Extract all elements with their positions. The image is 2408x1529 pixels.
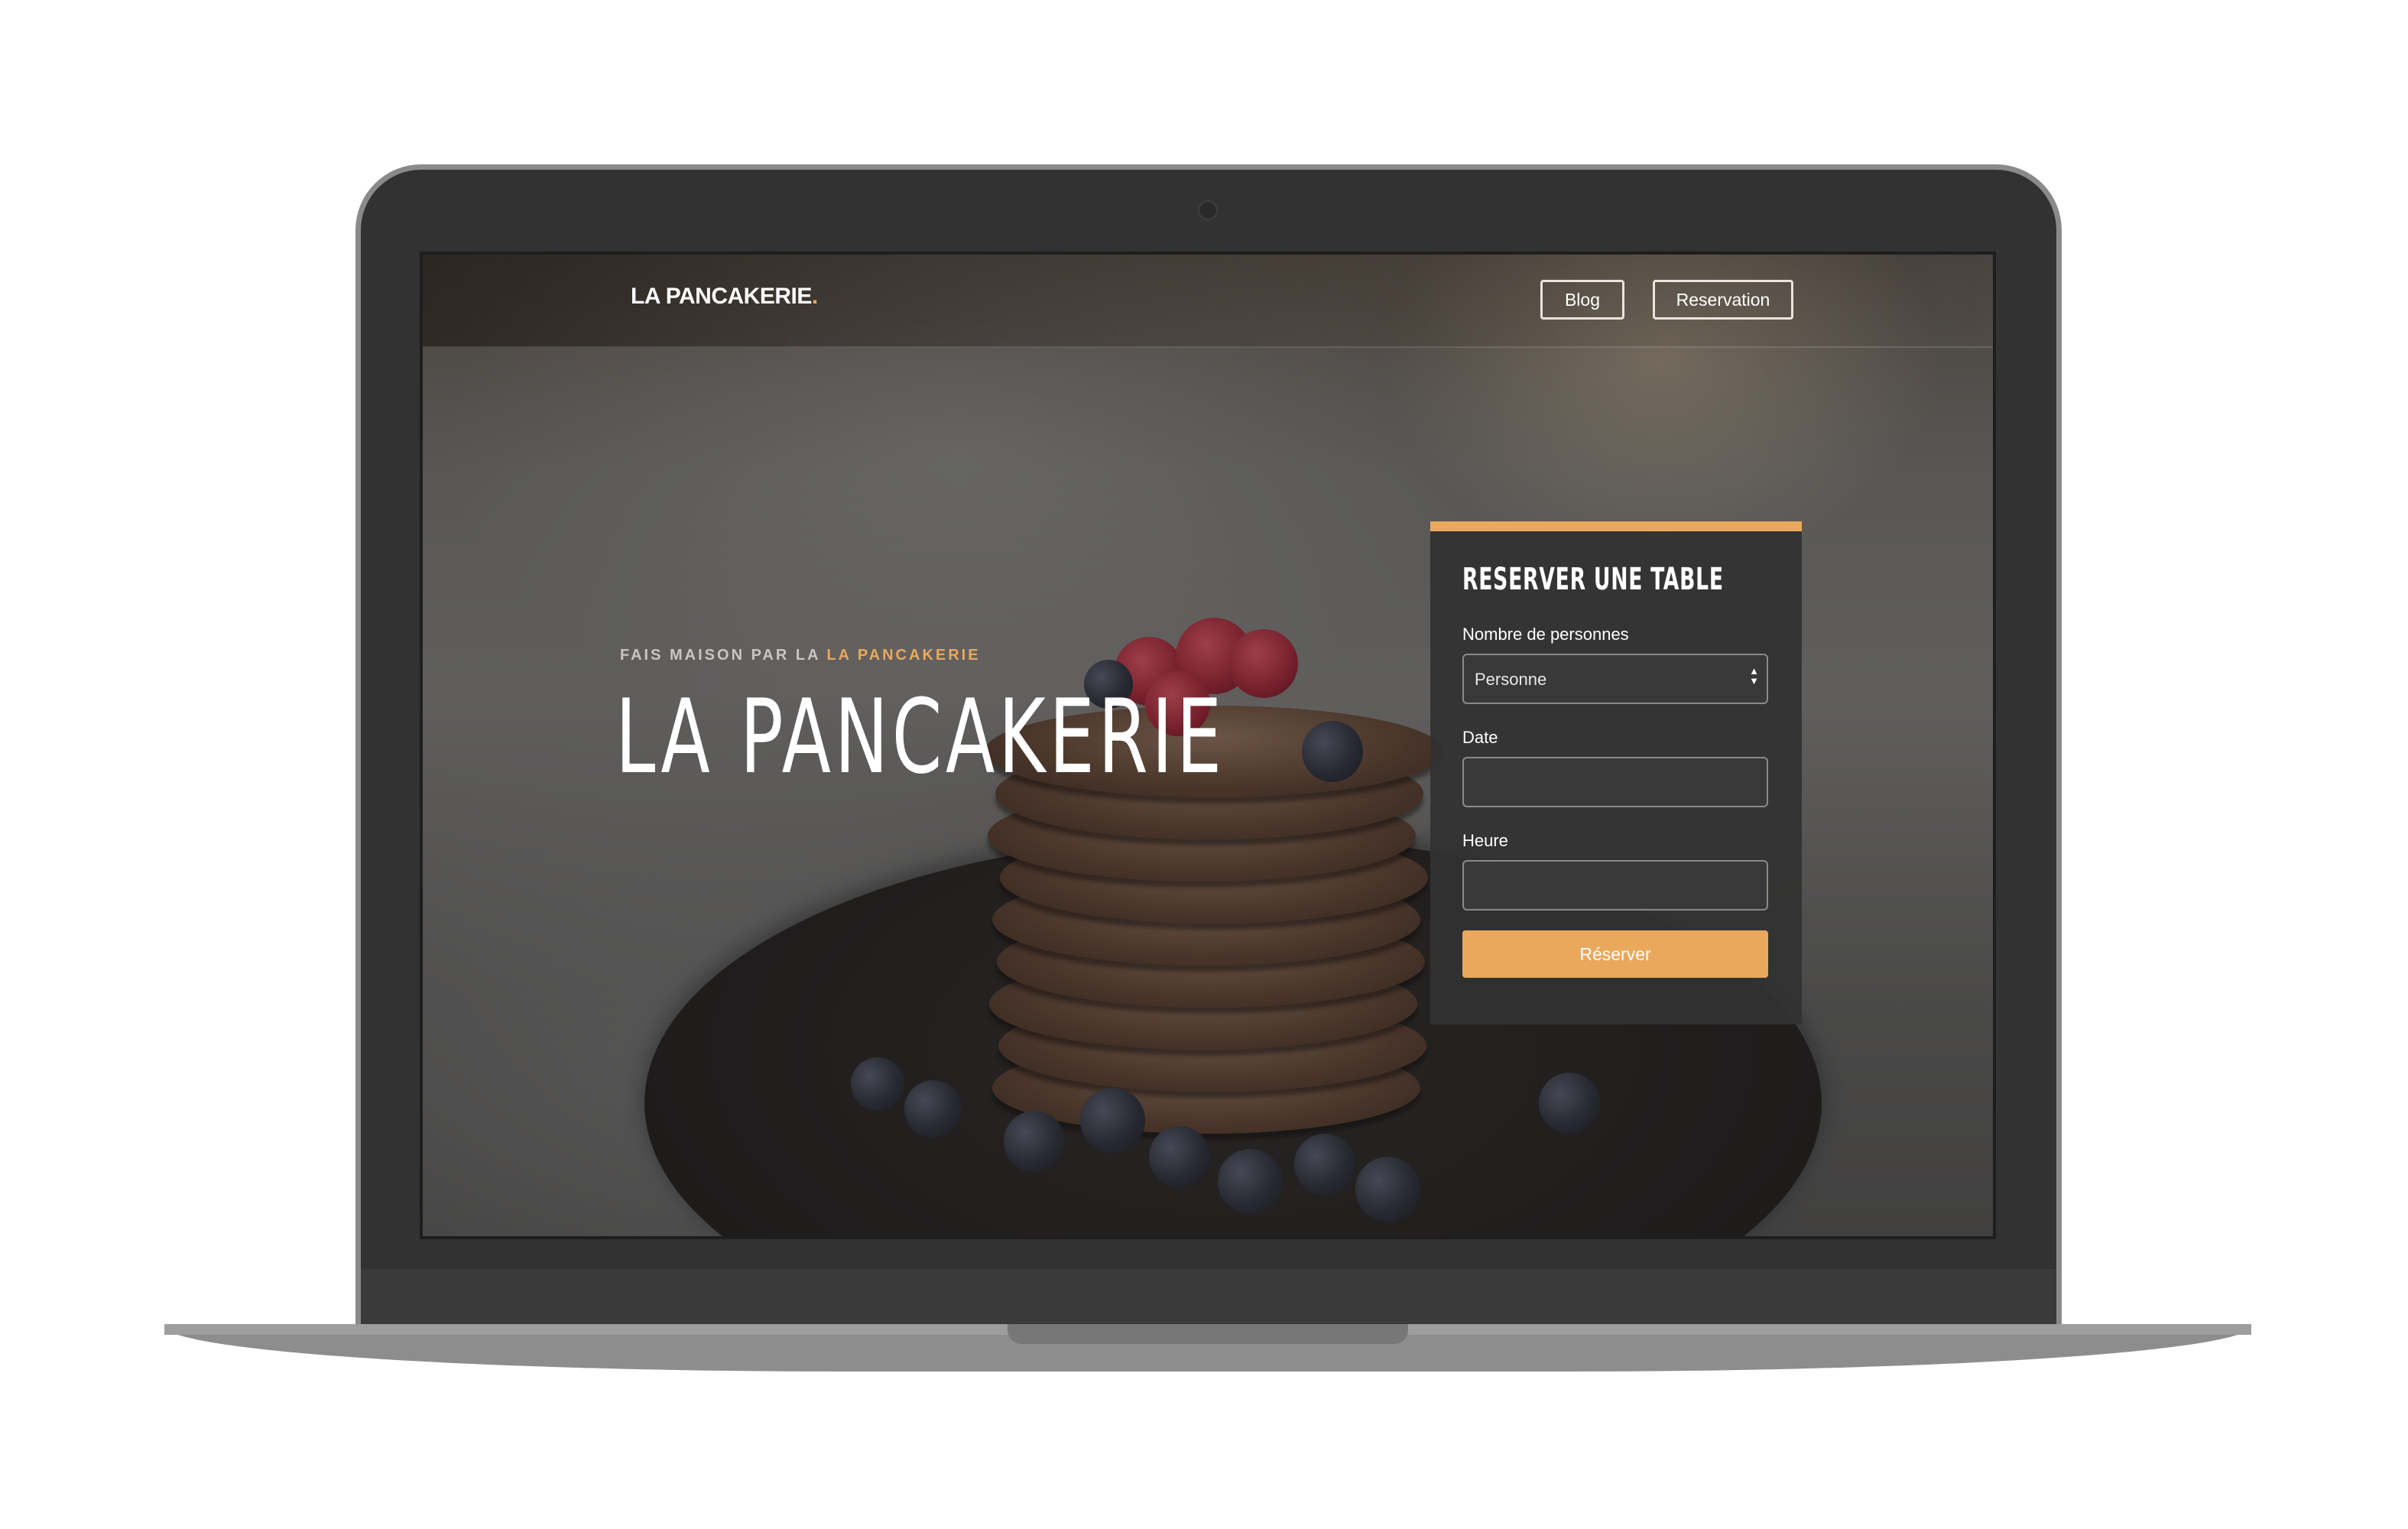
reservation-button[interactable]: Reservation [1653, 280, 1793, 320]
booking-card: RESERVER UNE TABLE Nombre de personnes P… [1430, 521, 1802, 1024]
hero-kicker: FAIS MAISON PAR LA LA PANCAKERIE [620, 647, 981, 664]
date-input[interactable] [1462, 757, 1768, 807]
time-label: Heure [1462, 831, 1508, 850]
persons-select-value: Personne [1475, 670, 1547, 689]
camera-icon [1198, 200, 1218, 220]
hero-kicker-accent: LA PANCAKERIE [826, 647, 981, 664]
brand-dot: . [811, 284, 818, 309]
date-label: Date [1462, 728, 1498, 747]
brand-name: LA PANCAKERIE [631, 284, 812, 309]
hero-title: LA PANCAKERIE [615, 677, 1225, 797]
laptop-hinge-notch [1008, 1324, 1408, 1344]
persons-label: Nombre de personnes [1462, 625, 1629, 644]
brand-logo[interactable]: LA PANCAKERIE. [631, 284, 818, 310]
hero-kicker-prefix: FAIS MAISON PAR LA [620, 647, 827, 664]
browser-screen: LA PANCAKERIE. Blog Reservation FAIS MAI… [420, 252, 1996, 1239]
top-navbar: LA PANCAKERIE. Blog Reservation [423, 255, 1993, 348]
laptop-bezel-chin [361, 1269, 2056, 1326]
select-arrows-icon: ▲ ▼ [1749, 665, 1759, 687]
booking-title: RESERVER UNE TABLE [1462, 562, 1724, 597]
reserve-button[interactable]: Réserver [1462, 930, 1768, 978]
persons-select[interactable]: Personne ▲ ▼ [1462, 654, 1768, 704]
blog-button[interactable]: Blog [1540, 280, 1624, 320]
time-input[interactable] [1462, 860, 1768, 911]
